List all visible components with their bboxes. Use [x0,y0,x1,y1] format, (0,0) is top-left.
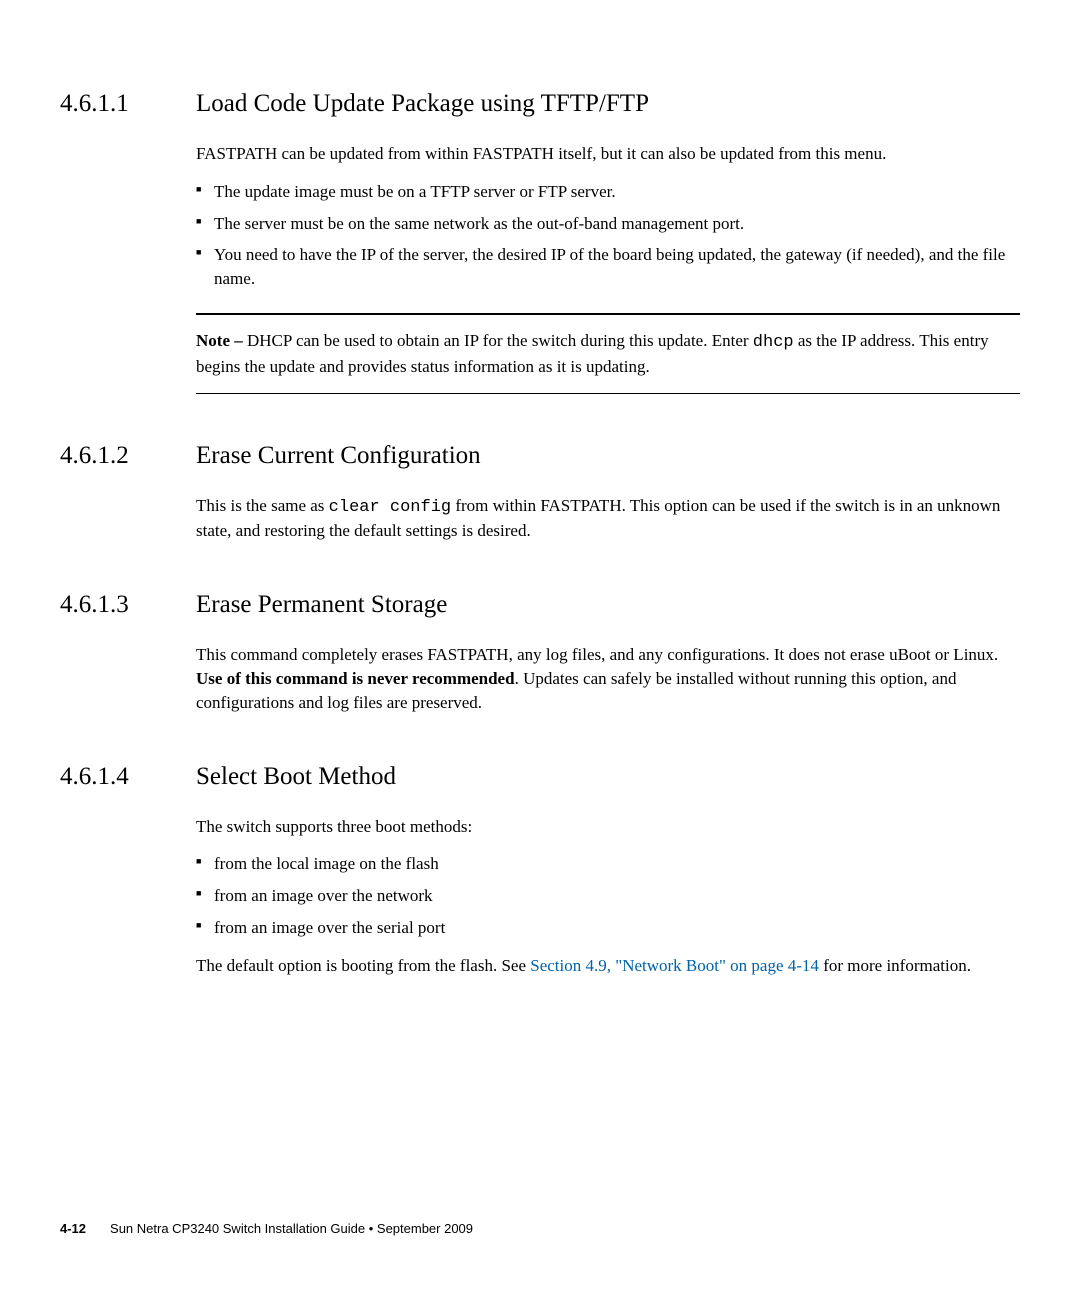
section-number: 4.6.1.3 [60,591,196,619]
section-title: Erase Permanent Storage [196,591,447,619]
paragraph: This is the same as clear config from wi… [196,494,1020,544]
note-block: Note – DHCP can be used to obtain an IP … [196,313,1020,394]
section-4-6-1-1: 4.6.1.1 Load Code Update Package using T… [60,90,1020,394]
heading-row: 4.6.1.4 Select Boot Method [60,763,1020,791]
section-number: 4.6.1.4 [60,763,196,791]
note-label: Note – [196,331,243,350]
mono-text: clear config [329,498,451,517]
list-item: from an image over the serial port [196,916,1020,940]
cross-reference-link[interactable]: Section 4.9, "Network Boot" on page 4-14 [530,956,819,975]
body-text: This command completely erases FASTPATH,… [196,643,1020,714]
section-title: Select Boot Method [196,763,396,791]
list-item: from the local image on the flash [196,852,1020,876]
page-number: 4-12 [60,1221,86,1236]
text-before-bold: This command completely erases FASTPATH,… [196,645,998,664]
heading-row: 4.6.1.1 Load Code Update Package using T… [60,90,1020,118]
section-4-6-1-3: 4.6.1.3 Erase Permanent Storage This com… [60,591,1020,714]
heading-row: 4.6.1.3 Erase Permanent Storage [60,591,1020,619]
note-mono-text: dhcp [753,333,794,352]
bold-text: Use of this command is never recommended [196,669,515,688]
outro-paragraph: The default option is booting from the f… [196,954,1020,978]
note-text-before: DHCP can be used to obtain an IP for the… [243,331,753,350]
bullet-list: from the local image on the flash from a… [196,852,1020,939]
text-before-mono: This is the same as [196,496,329,515]
list-item: You need to have the IP of the server, t… [196,243,1020,291]
section-title: Load Code Update Package using TFTP/FTP [196,90,649,118]
body-text: This is the same as clear config from wi… [196,494,1020,544]
section-number: 4.6.1.1 [60,90,196,118]
section-4-6-1-4: 4.6.1.4 Select Boot Method The switch su… [60,763,1020,978]
section-4-6-1-2: 4.6.1.2 Erase Current Configuration This… [60,442,1020,544]
section-number: 4.6.1.2 [60,442,196,470]
text-before-link: The default option is booting from the f… [196,956,530,975]
list-item: The update image must be on a TFTP serve… [196,180,1020,204]
list-item: from an image over the network [196,884,1020,908]
body-text: FASTPATH can be updated from within FAST… [196,142,1020,291]
intro-paragraph: FASTPATH can be updated from within FAST… [196,142,1020,166]
page-footer: 4-12 Sun Netra CP3240 Switch Installation… [60,1221,473,1236]
paragraph: This command completely erases FASTPATH,… [196,643,1020,714]
heading-row: 4.6.1.2 Erase Current Configuration [60,442,1020,470]
intro-paragraph: The switch supports three boot methods: [196,815,1020,839]
body-text: The switch supports three boot methods: … [196,815,1020,978]
footer-text: Sun Netra CP3240 Switch Installation Gui… [110,1221,473,1236]
text-after-link: for more information. [819,956,971,975]
section-title: Erase Current Configuration [196,442,481,470]
bullet-list: The update image must be on a TFTP serve… [196,180,1020,291]
list-item: The server must be on the same network a… [196,212,1020,236]
